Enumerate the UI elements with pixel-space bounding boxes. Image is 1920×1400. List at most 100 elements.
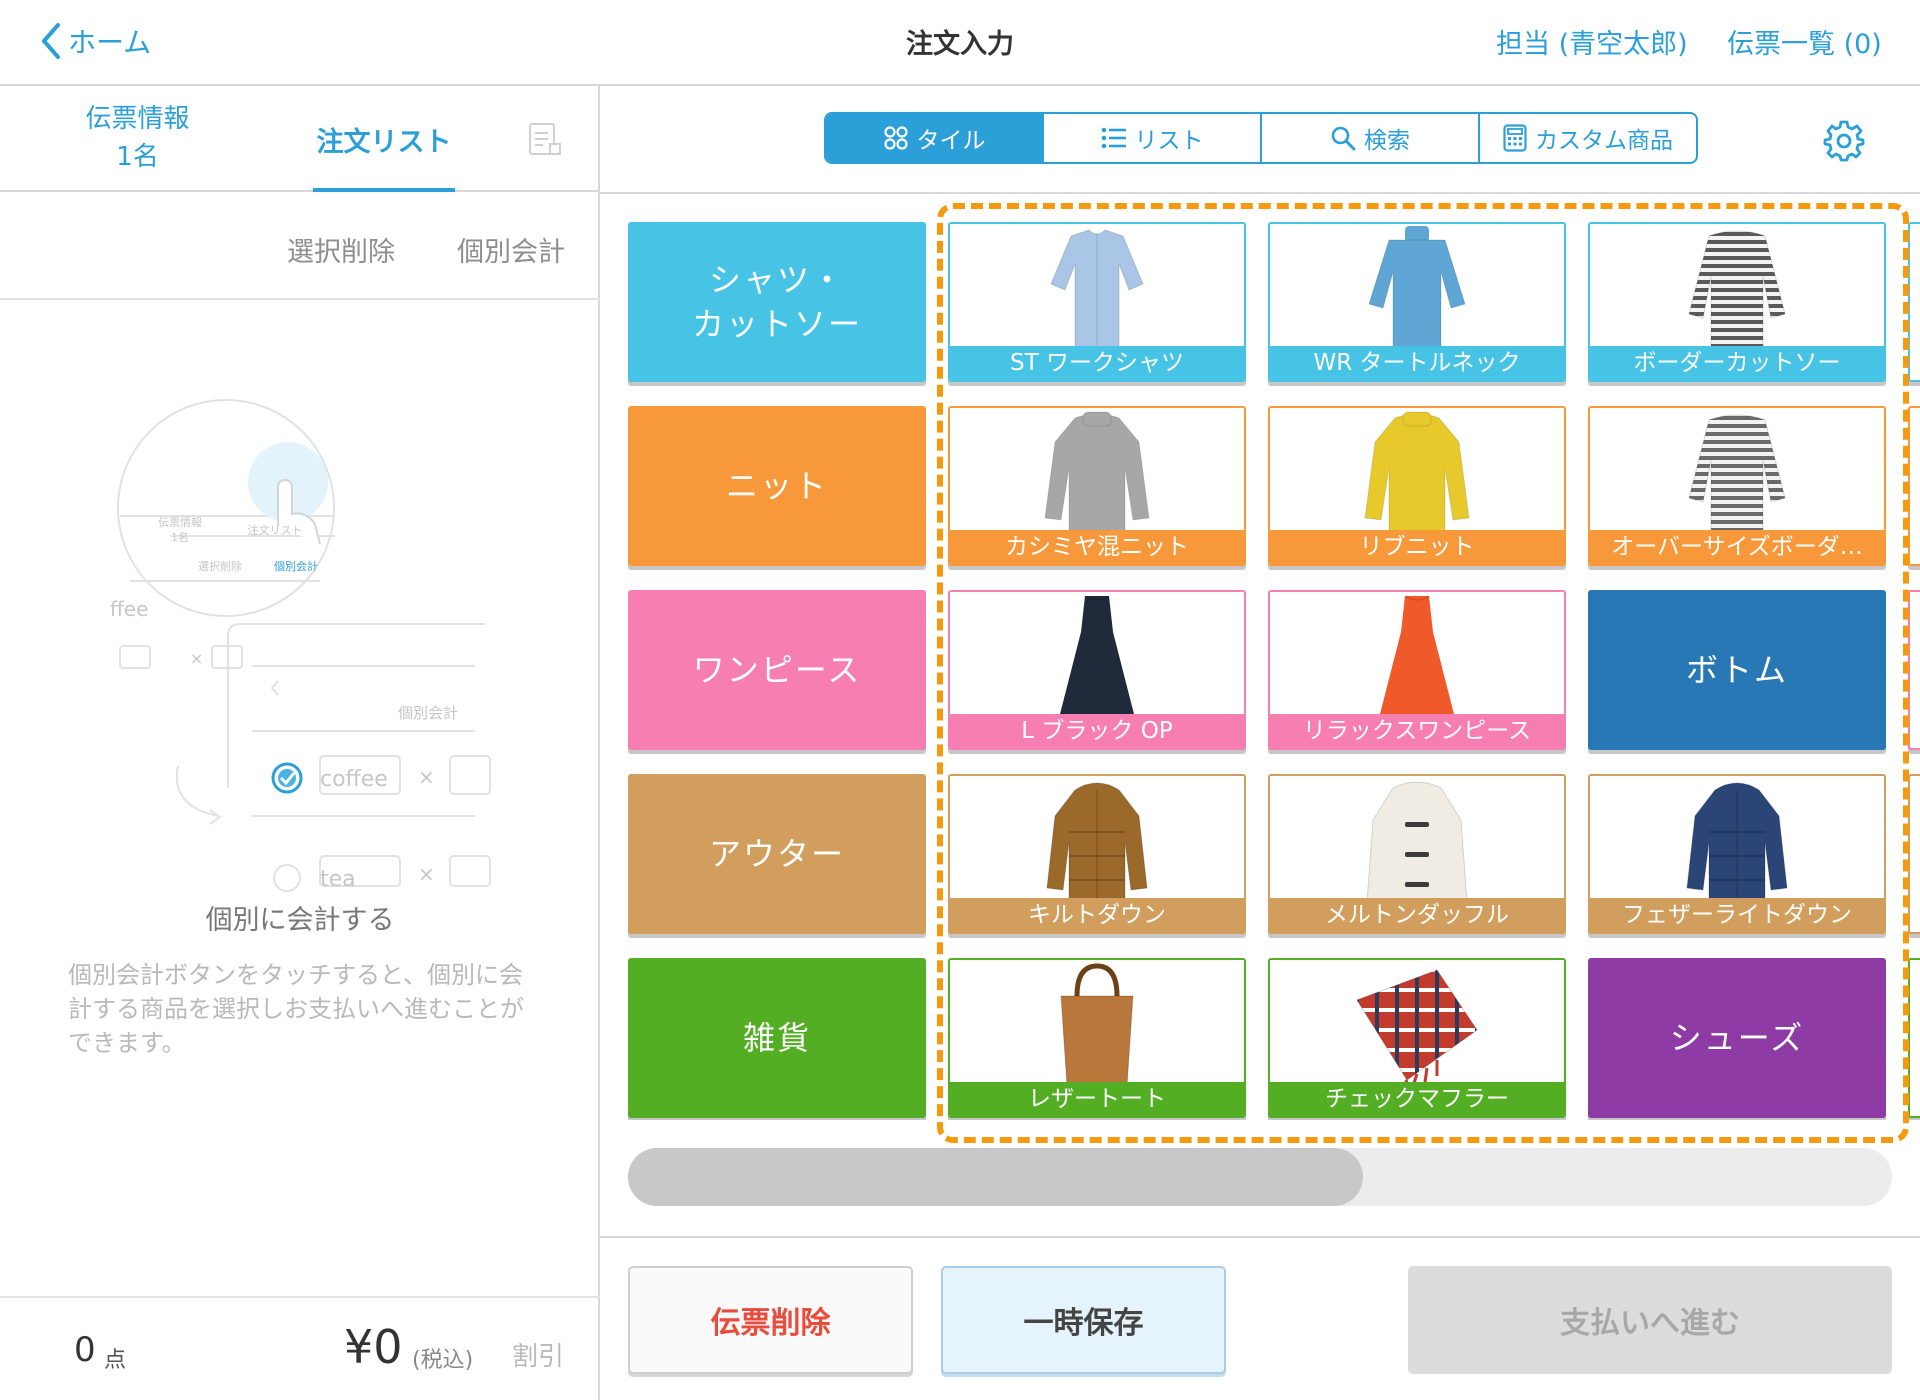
shirt-icon bbox=[950, 224, 1244, 352]
scrollbar-thumb[interactable] bbox=[628, 1148, 1363, 1206]
tax-included-note: (税込) bbox=[412, 1348, 474, 1373]
dress-icon bbox=[950, 592, 1244, 720]
product-name: リブニット bbox=[1270, 530, 1564, 564]
view-mode-search-label: 検索 bbox=[1364, 128, 1410, 154]
product-name: フェザーライトダウン bbox=[1590, 898, 1884, 932]
sidebar-tabs: 伝票情報 1名 注文リスト bbox=[0, 86, 600, 192]
view-mode-tile[interactable]: タイル bbox=[826, 114, 1044, 162]
product-tile[interactable]: オーバーサイズボーダ… bbox=[1588, 406, 1886, 566]
back-button[interactable]: ホーム bbox=[40, 16, 151, 66]
dress-icon bbox=[1270, 592, 1564, 720]
view-mode-search[interactable]: 検索 bbox=[1262, 114, 1480, 162]
product-name: チェックマフラー bbox=[1270, 1082, 1564, 1116]
item-count: 0 bbox=[74, 1330, 96, 1370]
tile-grid-icon bbox=[883, 126, 908, 150]
product-name: WR タートルネック bbox=[1270, 346, 1564, 380]
duffle-coat-icon bbox=[1270, 776, 1564, 904]
tab-order-list[interactable]: 注文リスト bbox=[313, 120, 455, 159]
horizontal-scrollbar[interactable] bbox=[628, 1148, 1892, 1206]
view-mode-custom-item[interactable]: カスタム商品 bbox=[1480, 114, 1696, 162]
hold-order-button[interactable]: 一時保存 bbox=[941, 1266, 1226, 1374]
view-mode-list[interactable]: リスト bbox=[1044, 114, 1262, 162]
product-tile[interactable]: ST ワークシャツ bbox=[948, 222, 1246, 382]
illus-item-coffee: coffee bbox=[320, 767, 388, 792]
product-tile[interactable]: チェックマフラー bbox=[1268, 958, 1566, 1118]
category-tile[interactable]: シューズ bbox=[1588, 958, 1886, 1118]
tab-slip-info[interactable]: 伝票情報 1名 bbox=[70, 100, 205, 176]
offscreen-tile[interactable] bbox=[1908, 774, 1920, 934]
search-icon bbox=[1331, 126, 1356, 151]
proceed-to-payment-button[interactable]: 支払いへ進む bbox=[1408, 1266, 1892, 1374]
illus-times-1: × bbox=[190, 649, 203, 668]
order-total: ¥0 bbox=[344, 1320, 403, 1374]
down-jacket-icon bbox=[950, 776, 1244, 904]
order-summary: 0 点 ¥0 (税込) 割引 bbox=[0, 1296, 600, 1400]
select-delete-button[interactable]: 選択削除 bbox=[287, 230, 395, 269]
offscreen-tile[interactable] bbox=[1908, 406, 1920, 566]
settings-button[interactable] bbox=[1822, 118, 1866, 166]
product-tile[interactable]: フェザーライトダウン bbox=[1588, 774, 1886, 934]
order-sidebar: 伝票情報 1名 注文リスト 選択削除 個別会計 伝票情報 1名 注文リスト 選択… bbox=[0, 86, 600, 1400]
illus-times-2: × bbox=[418, 765, 435, 789]
product-name: ST ワークシャツ bbox=[950, 346, 1244, 380]
product-tile[interactable]: L ブラック OP bbox=[948, 590, 1246, 750]
calculator-icon bbox=[1503, 124, 1527, 152]
category-tile[interactable]: ワンピース bbox=[628, 590, 926, 750]
sweater-icon bbox=[1270, 408, 1564, 536]
footer-divider bbox=[600, 1236, 1920, 1238]
illus-action-delete: 選択削除 bbox=[198, 559, 242, 573]
product-name: カシミヤ混ニット bbox=[950, 530, 1244, 564]
category-tile[interactable]: ニット bbox=[628, 406, 926, 566]
product-tile[interactable]: カシミヤ混ニット bbox=[948, 406, 1246, 566]
category-tile[interactable]: アウター bbox=[628, 774, 926, 934]
order-actions: 選択削除 個別会計 bbox=[0, 192, 600, 300]
product-name: ボーダーカットソー bbox=[1590, 346, 1884, 380]
split-bill-illustration: 伝票情報 1名 注文リスト 選択削除 個別会計 ffee × 個別会計 coff… bbox=[110, 399, 491, 892]
product-name: リラックスワンピース bbox=[1270, 714, 1564, 748]
product-tile[interactable]: ボーダーカットソー bbox=[1588, 222, 1886, 382]
offscreen-tile[interactable] bbox=[1908, 590, 1920, 750]
empty-state-description: 個別会計ボタンをタッチすると、個別に会計する商品を選択しお支払いへ進むことができ… bbox=[68, 961, 524, 1057]
product-tile[interactable]: レザートート bbox=[948, 958, 1246, 1118]
tab-slip-info-guests: 1名 bbox=[116, 142, 159, 172]
empty-state-title: 個別に会計する bbox=[205, 905, 395, 936]
discount-button[interactable]: 割引 bbox=[512, 1336, 564, 1373]
back-label: ホーム bbox=[68, 26, 152, 59]
view-mode-switcher: タイル リスト 検索 カスタム商品 bbox=[824, 112, 1698, 164]
chevron-left-icon bbox=[42, 23, 60, 59]
product-tile[interactable]: メルトンダッフル bbox=[1268, 774, 1566, 934]
product-tile[interactable]: リブニット bbox=[1268, 406, 1566, 566]
illus-tab-info-guests: 1名 bbox=[171, 530, 189, 544]
illus-action-split: 個別会計 bbox=[274, 559, 318, 573]
gear-icon bbox=[1823, 120, 1865, 162]
turtleneck-icon bbox=[1270, 224, 1564, 352]
memo-icon[interactable] bbox=[528, 122, 562, 160]
category-tile[interactable]: シャツ・ カットソー bbox=[628, 222, 926, 382]
delete-slip-button[interactable]: 伝票削除 bbox=[628, 1266, 913, 1374]
product-name: レザートート bbox=[950, 1082, 1244, 1116]
down-jacket-icon bbox=[1590, 776, 1884, 904]
illus-tab-order: 注文リスト bbox=[248, 523, 303, 537]
tote-bag-icon bbox=[950, 960, 1244, 1088]
offscreen-tile[interactable] bbox=[1908, 222, 1920, 382]
view-mode-custom-item-label: カスタム商品 bbox=[1535, 128, 1673, 154]
product-tile[interactable]: キルトダウン bbox=[948, 774, 1246, 934]
tab-slip-info-label: 伝票情報 bbox=[85, 104, 190, 134]
product-tile[interactable]: WR タートルネック bbox=[1268, 222, 1566, 382]
staff-button[interactable]: 担当 (青空太郎) bbox=[1496, 22, 1688, 61]
top-bar: ホーム 注文入力 担当 (青空太郎) 伝票一覧 (0) bbox=[0, 0, 1920, 86]
split-bill-button[interactable]: 個別会計 bbox=[457, 230, 565, 269]
category-tile[interactable]: 雑貨 bbox=[628, 958, 926, 1118]
product-tile-grid: シャツ・ カットソー ニットワンピースアウター雑貨 ST ワークシャツ WR タートル… bbox=[628, 220, 1920, 1120]
offscreen-tile[interactable] bbox=[1908, 958, 1920, 1118]
product-name: キルトダウン bbox=[950, 898, 1244, 932]
striped-top-icon bbox=[1590, 408, 1884, 536]
product-tile[interactable]: リラックスワンピース bbox=[1268, 590, 1566, 750]
product-name: オーバーサイズボーダ… bbox=[1590, 530, 1884, 564]
illus-item-partial: ffee bbox=[110, 597, 148, 621]
slip-list-button[interactable]: 伝票一覧 (0) bbox=[1727, 22, 1882, 61]
product-name: メルトンダッフル bbox=[1270, 898, 1564, 932]
toolbar-divider bbox=[600, 192, 1920, 194]
category-tile[interactable]: ボトム bbox=[1588, 590, 1886, 750]
striped-top-icon bbox=[1590, 224, 1884, 352]
